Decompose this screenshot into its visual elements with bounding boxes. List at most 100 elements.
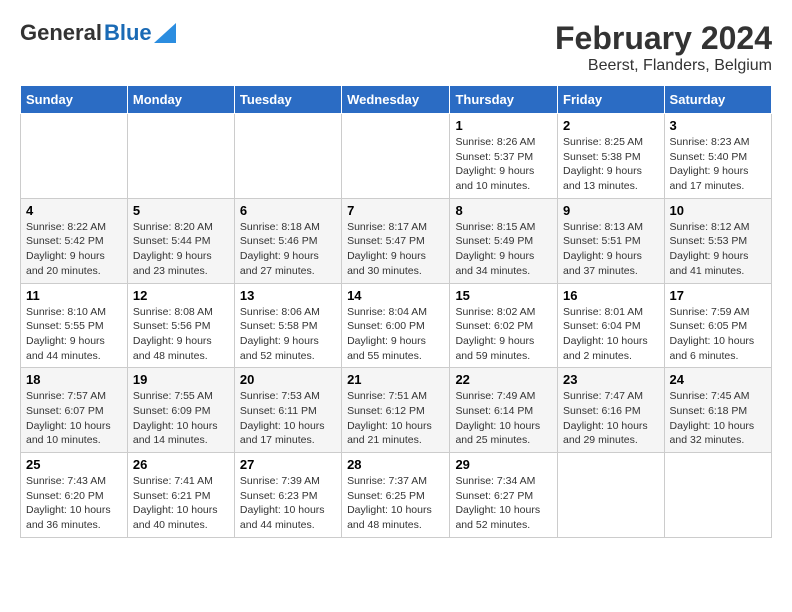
day-number: 25 (26, 457, 122, 472)
day-info: Sunrise: 8:26 AM Sunset: 5:37 PM Dayligh… (455, 135, 552, 194)
day-info: Sunrise: 8:15 AM Sunset: 5:49 PM Dayligh… (455, 220, 552, 279)
header-monday: Monday (127, 86, 234, 114)
calendar-cell: 8 Sunrise: 8:15 AM Sunset: 5:49 PM Daylig… (450, 198, 558, 283)
calendar-cell (234, 114, 341, 199)
day-info: Sunrise: 8:12 AM Sunset: 5:53 PM Dayligh… (670, 220, 766, 279)
calendar-cell: 27 Sunrise: 7:39 AM Sunset: 6:23 PM Dayli… (234, 453, 341, 538)
page-title: February 2024 (555, 20, 772, 57)
calendar-cell: 6 Sunrise: 8:18 AM Sunset: 5:46 PM Daylig… (234, 198, 341, 283)
day-number: 15 (455, 288, 552, 303)
header-thursday: Thursday (450, 86, 558, 114)
day-number: 9 (563, 203, 659, 218)
day-number: 4 (26, 203, 122, 218)
day-info: Sunrise: 8:06 AM Sunset: 5:58 PM Dayligh… (240, 305, 336, 364)
calendar-week-row: 11 Sunrise: 8:10 AM Sunset: 5:55 PM Dayli… (21, 283, 772, 368)
calendar-cell: 22Sunrise: 7:49 AM Sunset: 6:14 PM Dayli… (450, 368, 558, 453)
calendar-cell: 7 Sunrise: 8:17 AM Sunset: 5:47 PM Daylig… (342, 198, 450, 283)
day-number: 29 (455, 457, 552, 472)
day-number: 8 (455, 203, 552, 218)
day-info: Sunrise: 7:43 AM Sunset: 6:20 PM Dayligh… (26, 474, 122, 533)
header-tuesday: Tuesday (234, 86, 341, 114)
calendar-cell: 12 Sunrise: 8:08 AM Sunset: 5:56 PM Dayli… (127, 283, 234, 368)
day-number: 1 (455, 118, 552, 133)
day-number: 13 (240, 288, 336, 303)
calendar-cell: 2 Sunrise: 8:25 AM Sunset: 5:38 PM Daylig… (558, 114, 665, 199)
calendar-cell: 26 Sunrise: 7:41 AM Sunset: 6:21 PM Dayli… (127, 453, 234, 538)
logo: General Blue (20, 20, 176, 46)
calendar-cell: 5 Sunrise: 8:20 AM Sunset: 5:44 PM Daylig… (127, 198, 234, 283)
calendar-cell: 16 Sunrise: 8:01 AM Sunset: 6:04 PM Dayli… (558, 283, 665, 368)
header-friday: Friday (558, 86, 665, 114)
calendar-cell: 21Sunrise: 7:51 AM Sunset: 6:12 PM Dayli… (342, 368, 450, 453)
day-info: Sunrise: 8:25 AM Sunset: 5:38 PM Dayligh… (563, 135, 659, 194)
calendar-cell: 10 Sunrise: 8:12 AM Sunset: 5:53 PM Dayli… (664, 198, 771, 283)
calendar-header-row: SundayMondayTuesdayWednesdayThursdayFrid… (21, 86, 772, 114)
day-info: Sunrise: 8:13 AM Sunset: 5:51 PM Dayligh… (563, 220, 659, 279)
day-info: Sunrise: 7:47 AM Sunset: 6:16 PM Dayligh… (563, 389, 659, 448)
day-info: Sunrise: 7:41 AM Sunset: 6:21 PM Dayligh… (133, 474, 229, 533)
day-number: 12 (133, 288, 229, 303)
calendar-cell: 18 Sunrise: 7:57 AM Sunset: 6:07 PM Dayli… (21, 368, 128, 453)
day-info: Sunrise: 7:37 AM Sunset: 6:25 PM Dayligh… (347, 474, 444, 533)
day-number: 28 (347, 457, 444, 472)
day-info: Sunrise: 8:01 AM Sunset: 6:04 PM Dayligh… (563, 305, 659, 364)
calendar-cell: 13 Sunrise: 8:06 AM Sunset: 5:58 PM Dayli… (234, 283, 341, 368)
calendar-week-row: 4 Sunrise: 8:22 AM Sunset: 5:42 PM Daylig… (21, 198, 772, 283)
day-info: Sunrise: 7:59 AM Sunset: 6:05 PM Dayligh… (670, 305, 766, 364)
day-info: Sunrise: 8:04 AM Sunset: 6:00 PM Dayligh… (347, 305, 444, 364)
day-info: Sunrise: 8:23 AM Sunset: 5:40 PM Dayligh… (670, 135, 766, 194)
calendar-cell: 20Sunrise: 7:53 AM Sunset: 6:11 PM Dayli… (234, 368, 341, 453)
calendar-cell (342, 114, 450, 199)
day-number: 19 (133, 372, 229, 387)
day-number: 6 (240, 203, 336, 218)
day-number: 26 (133, 457, 229, 472)
day-number: 5 (133, 203, 229, 218)
day-number: 11 (26, 288, 122, 303)
day-number: 18 (26, 372, 122, 387)
calendar-cell: 15Sunrise: 8:02 AM Sunset: 6:02 PM Dayli… (450, 283, 558, 368)
day-info: Sunrise: 7:39 AM Sunset: 6:23 PM Dayligh… (240, 474, 336, 533)
calendar-week-row: 1 Sunrise: 8:26 AM Sunset: 5:37 PM Daylig… (21, 114, 772, 199)
day-info: Sunrise: 7:34 AM Sunset: 6:27 PM Dayligh… (455, 474, 552, 533)
day-number: 10 (670, 203, 766, 218)
day-number: 17 (670, 288, 766, 303)
calendar-week-row: 18 Sunrise: 7:57 AM Sunset: 6:07 PM Dayli… (21, 368, 772, 453)
page-header: General Blue February 2024 Beerst, Fland… (20, 20, 772, 75)
logo-blue: Blue (104, 20, 152, 46)
day-number: 7 (347, 203, 444, 218)
calendar-cell: 25 Sunrise: 7:43 AM Sunset: 6:20 PM Dayli… (21, 453, 128, 538)
calendar-cell: 11 Sunrise: 8:10 AM Sunset: 5:55 PM Dayli… (21, 283, 128, 368)
day-info: Sunrise: 8:08 AM Sunset: 5:56 PM Dayligh… (133, 305, 229, 364)
day-number: 24 (670, 372, 766, 387)
calendar-cell (127, 114, 234, 199)
logo-general: General (20, 20, 102, 46)
day-info: Sunrise: 7:57 AM Sunset: 6:07 PM Dayligh… (26, 389, 122, 448)
day-number: 2 (563, 118, 659, 133)
calendar-cell: 17 Sunrise: 7:59 AM Sunset: 6:05 PM Dayli… (664, 283, 771, 368)
calendar-cell: 23 Sunrise: 7:47 AM Sunset: 6:16 PM Dayli… (558, 368, 665, 453)
calendar-cell: 24Sunrise: 7:45 AM Sunset: 6:18 PM Dayli… (664, 368, 771, 453)
calendar-cell (21, 114, 128, 199)
day-number: 27 (240, 457, 336, 472)
calendar-cell: 14Sunrise: 8:04 AM Sunset: 6:00 PM Dayli… (342, 283, 450, 368)
calendar-cell: 29 Sunrise: 7:34 AM Sunset: 6:27 PM Dayli… (450, 453, 558, 538)
day-info: Sunrise: 7:49 AM Sunset: 6:14 PM Dayligh… (455, 389, 552, 448)
day-number: 20 (240, 372, 336, 387)
day-info: Sunrise: 8:18 AM Sunset: 5:46 PM Dayligh… (240, 220, 336, 279)
day-number: 3 (670, 118, 766, 133)
calendar-cell: 28 Sunrise: 7:37 AM Sunset: 6:25 PM Dayli… (342, 453, 450, 538)
calendar-cell (558, 453, 665, 538)
calendar-cell: 9 Sunrise: 8:13 AM Sunset: 5:51 PM Daylig… (558, 198, 665, 283)
calendar-week-row: 25 Sunrise: 7:43 AM Sunset: 6:20 PM Dayli… (21, 453, 772, 538)
day-info: Sunrise: 8:20 AM Sunset: 5:44 PM Dayligh… (133, 220, 229, 279)
day-info: Sunrise: 8:17 AM Sunset: 5:47 PM Dayligh… (347, 220, 444, 279)
logo-icon (154, 23, 176, 43)
day-info: Sunrise: 8:10 AM Sunset: 5:55 PM Dayligh… (26, 305, 122, 364)
calendar-cell: 19Sunrise: 7:55 AM Sunset: 6:09 PM Dayli… (127, 368, 234, 453)
day-info: Sunrise: 8:22 AM Sunset: 5:42 PM Dayligh… (26, 220, 122, 279)
calendar-table: SundayMondayTuesdayWednesdayThursdayFrid… (20, 85, 772, 538)
day-number: 16 (563, 288, 659, 303)
calendar-cell: 3 Sunrise: 8:23 AM Sunset: 5:40 PM Daylig… (664, 114, 771, 199)
day-number: 23 (563, 372, 659, 387)
calendar-cell: 4 Sunrise: 8:22 AM Sunset: 5:42 PM Daylig… (21, 198, 128, 283)
